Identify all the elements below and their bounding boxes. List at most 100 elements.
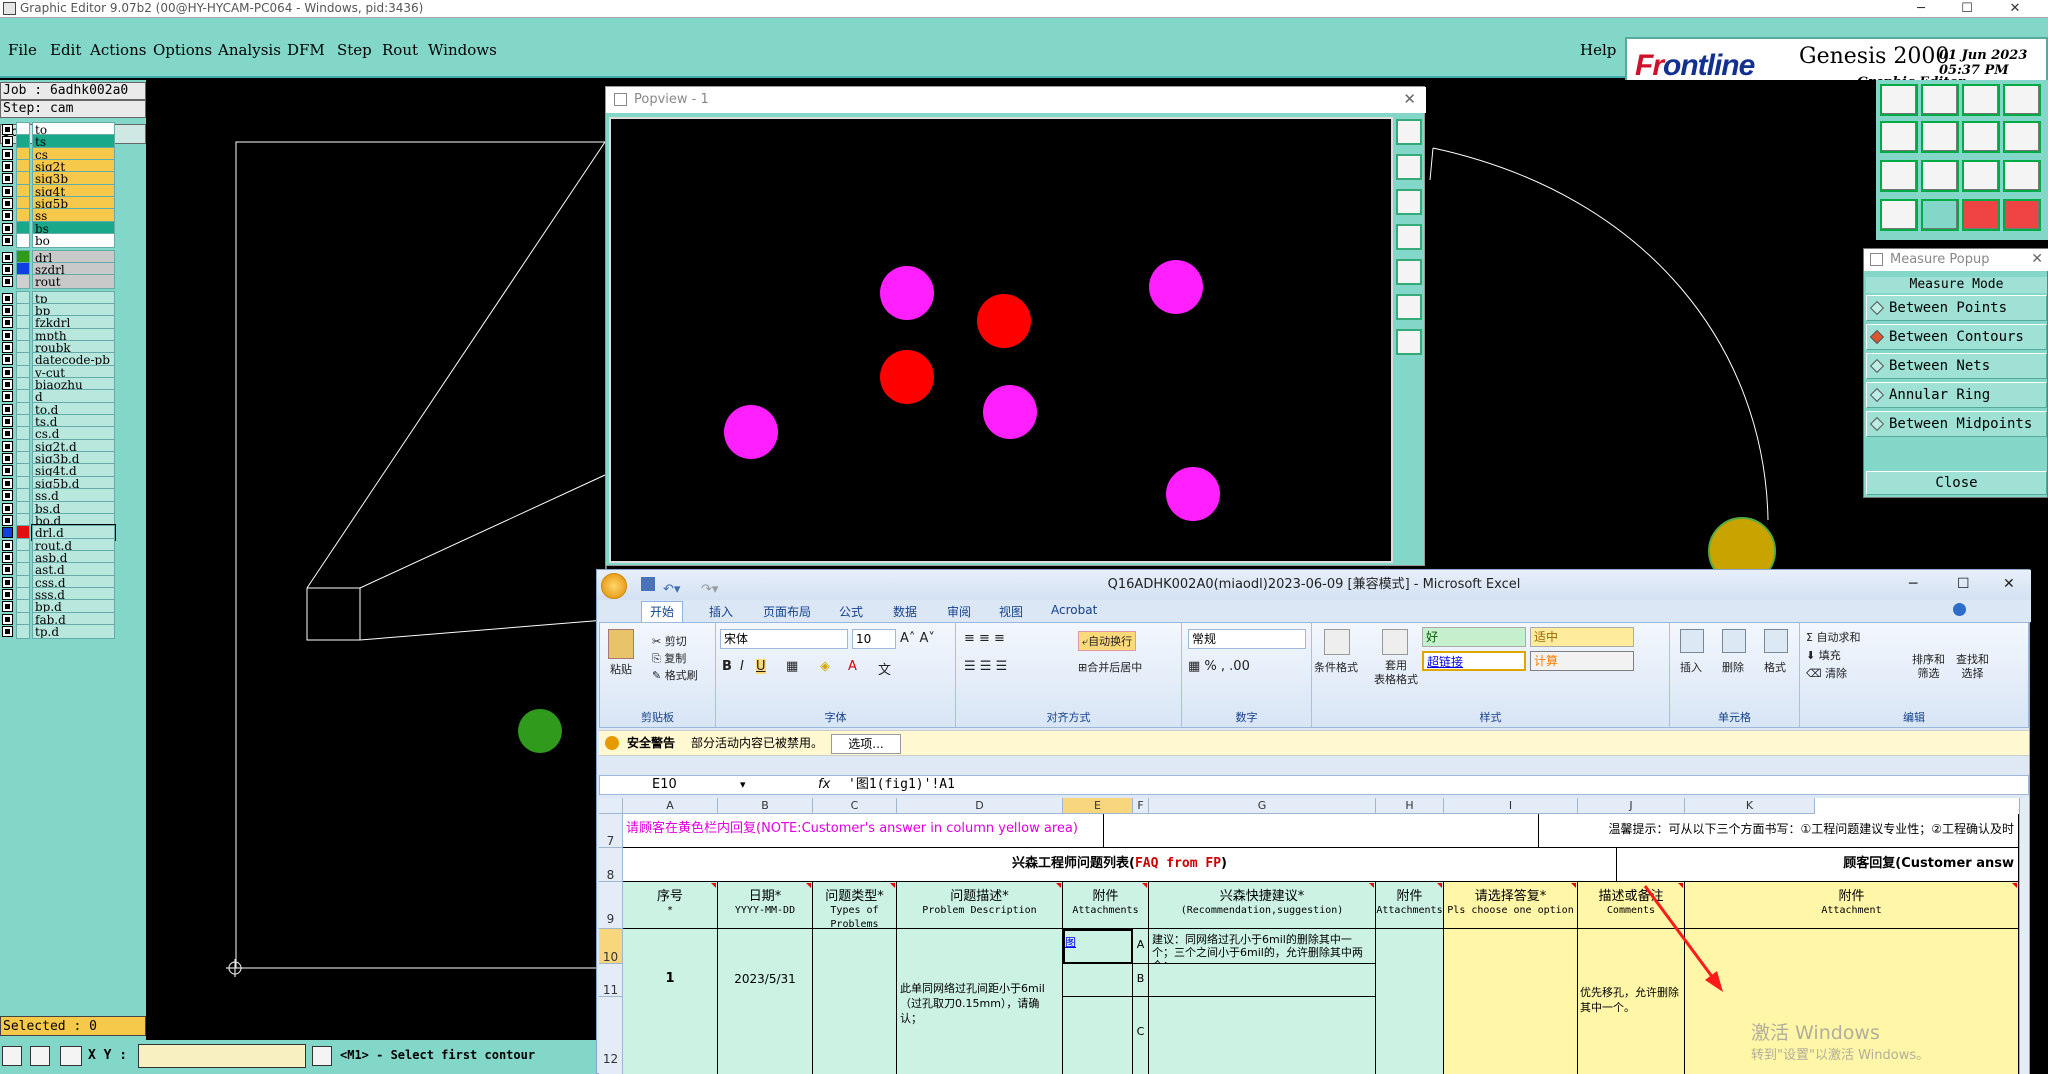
layer-name[interactable]: rout bbox=[32, 274, 115, 290]
menu-windows[interactable]: Windows bbox=[428, 41, 497, 59]
layer-checkbox[interactable] bbox=[2, 477, 13, 489]
worksheet-grid[interactable]: ABCDEFGHIJK 7 8 9 10 11 12 请顾客在黄色栏内回复(NOTE:Cu… bbox=[599, 798, 2019, 1074]
popview-tool-6-icon[interactable] bbox=[1396, 294, 1422, 320]
tool-home2-icon[interactable] bbox=[2003, 84, 2041, 116]
autosum-button[interactable]: Σ 自动求和 bbox=[1806, 629, 1860, 645]
tool-center-icon[interactable] bbox=[1921, 160, 1959, 192]
popview-close-icon[interactable]: ✕ bbox=[1403, 87, 1416, 112]
layer-checkbox[interactable] bbox=[2, 490, 13, 502]
layer-checkbox[interactable] bbox=[2, 613, 13, 625]
align-top-icon[interactable]: ≡ ≡ ≡ bbox=[964, 631, 1005, 646]
format-cells-icon[interactable] bbox=[1764, 629, 1788, 653]
merge-center-button[interactable]: ⊞合并后居中 bbox=[1078, 659, 1142, 675]
layer-checkbox[interactable] bbox=[2, 428, 13, 440]
tool-mirror-icon[interactable] bbox=[1962, 121, 2000, 153]
font-color-icon[interactable]: A bbox=[848, 659, 857, 674]
layer-checkbox[interactable] bbox=[2, 453, 13, 465]
layer-checkbox[interactable] bbox=[2, 379, 13, 390]
tab-data[interactable]: 数据 bbox=[893, 603, 917, 620]
layer-checkbox[interactable] bbox=[2, 124, 13, 135]
tool-pan-right-icon[interactable] bbox=[1921, 121, 1959, 153]
popview-tool-1-icon[interactable] bbox=[1396, 119, 1422, 145]
security-options-button[interactable]: 选项... bbox=[831, 734, 901, 754]
namebox-dropdown-icon[interactable]: ▾ bbox=[740, 776, 746, 794]
layer-checkbox[interactable] bbox=[2, 551, 13, 563]
excel-close-button[interactable]: ✕ bbox=[2003, 570, 2015, 599]
status-tool-2-icon[interactable] bbox=[30, 1046, 50, 1066]
layer-checkbox[interactable] bbox=[2, 148, 13, 160]
mode-between-points[interactable]: Between Points bbox=[1866, 295, 2047, 321]
layer-checkbox[interactable] bbox=[2, 210, 13, 222]
format-table-icon[interactable] bbox=[1382, 629, 1408, 655]
menu-edit[interactable]: Edit bbox=[50, 41, 81, 59]
grow-font-icon[interactable]: A˄ A˅ bbox=[900, 631, 935, 646]
status-grid-icon[interactable] bbox=[60, 1046, 82, 1066]
popview-tool-4-icon[interactable] bbox=[1396, 224, 1422, 250]
tab-acrobat[interactable]: Acrobat bbox=[1051, 603, 1097, 617]
tool-home-icon[interactable] bbox=[1962, 84, 2000, 116]
layer-checkbox[interactable] bbox=[2, 601, 13, 613]
layer-row[interactable]: rout bbox=[0, 274, 116, 290]
office-button-icon[interactable] bbox=[601, 573, 627, 599]
clear-button[interactable]: ⌫ 清除 bbox=[1806, 665, 1847, 681]
layer-name[interactable]: tp.d bbox=[32, 624, 115, 639]
tool-measure2-icon[interactable] bbox=[2003, 199, 2041, 231]
tab-insert[interactable]: 插入 bbox=[709, 603, 733, 620]
layer-checkbox[interactable] bbox=[2, 588, 13, 600]
format-cells-button[interactable]: 格式 bbox=[1764, 659, 1786, 675]
layer-checkbox[interactable] bbox=[2, 514, 13, 526]
function-icon[interactable]: fx bbox=[818, 776, 830, 794]
number-format-select[interactable]: 常规 bbox=[1188, 629, 1306, 649]
popview-canvas[interactable] bbox=[609, 117, 1393, 563]
status-tool-1-icon[interactable] bbox=[2, 1046, 22, 1066]
mode-between-midpoints[interactable]: Between Midpoints bbox=[1866, 411, 2047, 437]
tab-view[interactable]: 视图 bbox=[999, 603, 1023, 620]
paste-button[interactable]: 粘贴 bbox=[610, 661, 632, 677]
measure-close-icon[interactable]: ✕ bbox=[2031, 249, 2043, 270]
layer-checkbox[interactable] bbox=[2, 185, 13, 197]
conditional-format-button[interactable]: 条件格式 bbox=[1314, 659, 1358, 675]
fill-color-icon[interactable]: ◈ bbox=[820, 659, 830, 674]
copy-button[interactable]: ⎘ 复制 bbox=[652, 650, 686, 666]
tab-review[interactable]: 审阅 bbox=[947, 603, 971, 620]
format-painter-button[interactable]: ✎ 格式刷 bbox=[652, 667, 698, 683]
layer-checkbox[interactable] bbox=[2, 235, 13, 247]
tool-snap-icon[interactable] bbox=[2003, 121, 2041, 153]
layer-checkbox[interactable] bbox=[2, 465, 13, 477]
layer-checkbox[interactable] bbox=[2, 626, 13, 637]
measure-close-button[interactable]: Close bbox=[1866, 471, 2047, 495]
layer-checkbox[interactable] bbox=[2, 341, 13, 353]
tool-zoom-out-icon[interactable] bbox=[1921, 84, 1959, 116]
layer-checkbox[interactable] bbox=[2, 251, 13, 263]
layer-checkbox[interactable] bbox=[2, 263, 13, 275]
tab-page-layout[interactable]: 页面布局 bbox=[763, 603, 811, 620]
tool-wave-icon[interactable] bbox=[1880, 199, 1918, 231]
vertical-scrollbar[interactable] bbox=[2019, 798, 2029, 1074]
popview-tool-7-icon[interactable] bbox=[1396, 329, 1422, 355]
align-left-icon[interactable]: ☰ ☰ ☰ bbox=[964, 659, 1007, 674]
popview-tool-3-icon[interactable] bbox=[1396, 189, 1422, 215]
mode-between-nets[interactable]: Between Nets bbox=[1866, 353, 2047, 379]
delete-cells-button[interactable]: 删除 bbox=[1722, 659, 1744, 675]
tool-measure-icon[interactable] bbox=[1962, 199, 2000, 231]
layer-checkbox[interactable] bbox=[2, 403, 13, 415]
delete-cells-icon[interactable] bbox=[1722, 629, 1746, 653]
wrap-text-button[interactable]: ⤶自动换行 bbox=[1078, 631, 1137, 651]
italic-icon[interactable]: I bbox=[740, 659, 744, 674]
insert-cells-icon[interactable] bbox=[1680, 629, 1704, 653]
menu-help[interactable]: Help bbox=[1580, 41, 1616, 59]
mode-between-contours[interactable]: Between Contours bbox=[1866, 324, 2047, 350]
tab-formulas[interactable]: 公式 bbox=[839, 603, 863, 620]
layer-checkbox[interactable] bbox=[2, 198, 13, 210]
popview-tool-2-icon[interactable] bbox=[1396, 154, 1422, 180]
paste-icon[interactable] bbox=[608, 629, 634, 659]
layer-checkbox[interactable] bbox=[2, 440, 13, 452]
layer-checkbox[interactable] bbox=[2, 292, 13, 304]
font-size-select[interactable]: 10 bbox=[852, 629, 896, 649]
layer-checkbox[interactable] bbox=[2, 354, 13, 366]
layer-name[interactable]: bo bbox=[32, 233, 115, 249]
underline-icon[interactable]: U bbox=[756, 659, 766, 674]
maximize-button[interactable]: ☐ bbox=[1944, 0, 1990, 18]
phonetic-icon[interactable]: 文 bbox=[878, 659, 891, 678]
layer-color-swatch[interactable] bbox=[16, 624, 30, 639]
